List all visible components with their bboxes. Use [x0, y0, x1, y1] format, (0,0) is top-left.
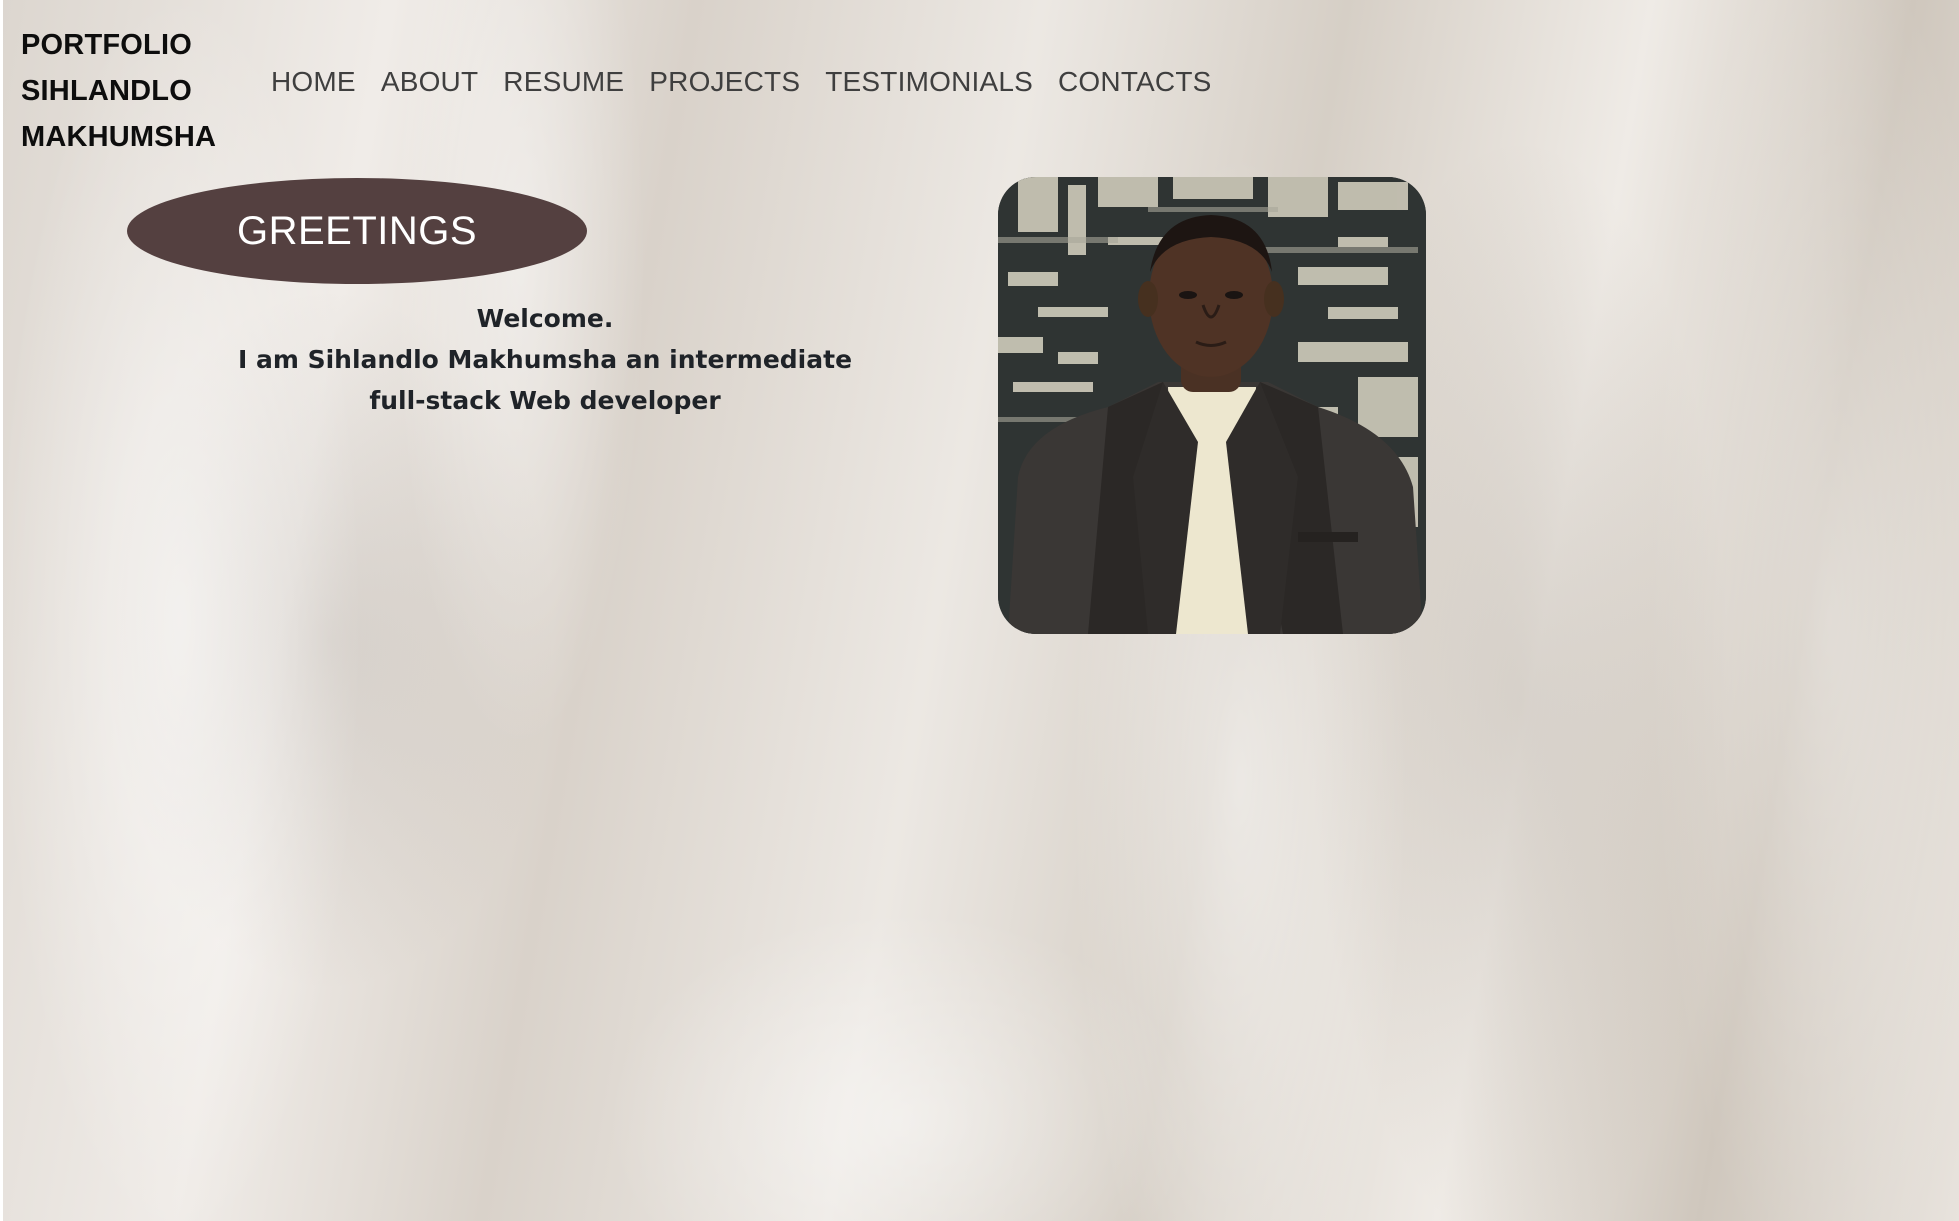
greetings-label: GREETINGS [236, 208, 478, 253]
nav-link-about[interactable]: ABOUT [381, 66, 478, 98]
nav-link-testimonials[interactable]: TESTIMONIALS [825, 66, 1033, 98]
intro-role-line: full-stack Web developer [369, 386, 721, 415]
brand-line-portfolio: PORTFOLIO [21, 29, 192, 61]
nav-link-projects[interactable]: PROJECTS [649, 66, 800, 98]
intro-text: Welcome. I am Sihlandlo Makhumsha an int… [215, 298, 875, 421]
greetings-button[interactable]: GREETINGS [127, 178, 587, 284]
page-left-edge [0, 0, 3, 1221]
main-navigation: HOME ABOUT RESUME PROJECTS TESTIMONIALS … [271, 66, 1237, 98]
brand-line-last-name: MAKHUMSHA [21, 121, 217, 153]
intro-name-line: I am Sihlandlo Makhumsha an intermediate [237, 345, 853, 374]
brand-line-first-name: SIHLANDLO [21, 75, 192, 107]
brand-logo-text[interactable]: PORTFOLIO SIHLANDLO MAKHUMSHA [21, 22, 216, 160]
nav-link-contacts[interactable]: CONTACTS [1058, 66, 1212, 98]
profile-photo [998, 177, 1426, 634]
nav-link-resume[interactable]: RESUME [503, 66, 624, 98]
portrait-illustration [998, 177, 1426, 634]
intro-welcome: Welcome. [476, 304, 614, 333]
nav-link-home[interactable]: HOME [271, 66, 356, 98]
